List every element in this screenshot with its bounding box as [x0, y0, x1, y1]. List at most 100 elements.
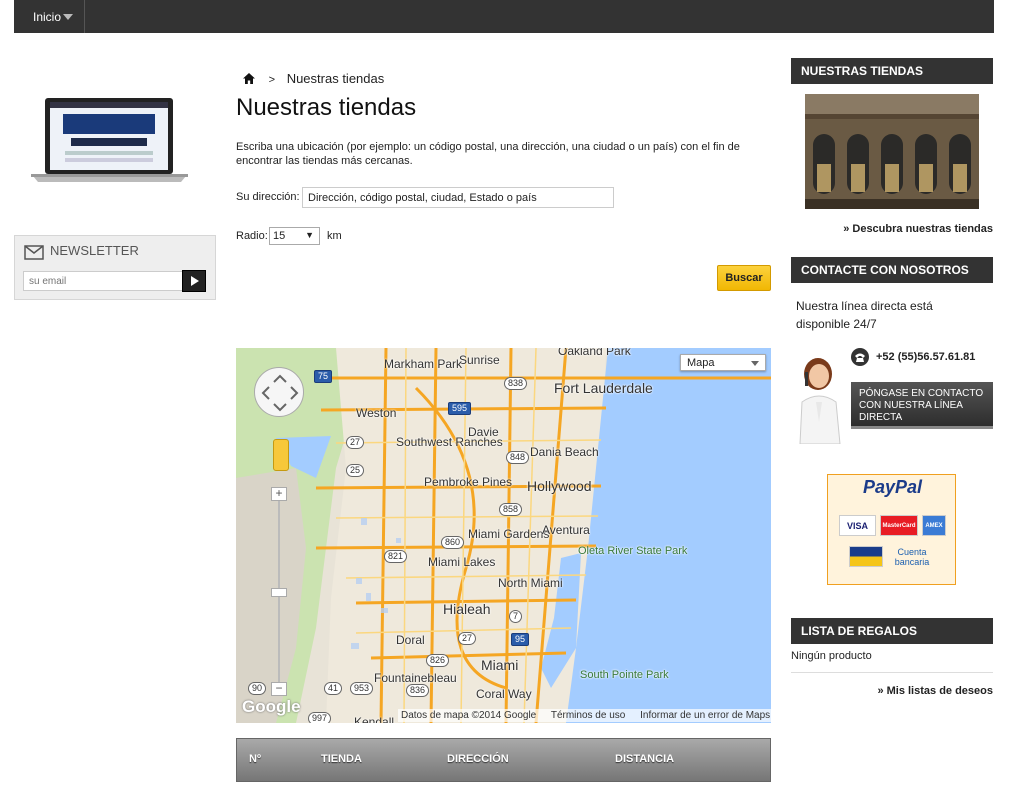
highway-shield: 75: [314, 370, 333, 383]
phone-number: +52 (55)56.57.61.81: [876, 351, 976, 363]
breadcrumb-current: Nuestras tiendas: [286, 71, 385, 86]
map-report-error-link[interactable]: Informar de un error de Maps: [640, 710, 770, 721]
page-title: Nuestras tiendas: [236, 94, 417, 121]
contact-hotline-button[interactable]: PÓNGASE EN CONTACTO CON NUESTRA LÍNEA DI…: [851, 382, 993, 429]
address-label: Su dirección:: [236, 191, 300, 203]
chevron-down-icon: [63, 14, 73, 20]
map-pan-control[interactable]: [254, 367, 304, 417]
newsletter-title: NEWSLETTER: [50, 243, 139, 258]
map-place-label: Hollywood: [527, 478, 592, 494]
highway-shield: 836: [406, 684, 430, 697]
divider: [791, 672, 993, 673]
radius-select[interactable]: 15: [269, 227, 320, 245]
map-place-label: North Miami: [498, 576, 563, 590]
contact-section-title: CONTACTE CON NOSOTROS: [791, 257, 993, 283]
map-place-label: Southwest Ranches: [396, 435, 503, 449]
map-footer: Datos de mapa ©2014 Google Términos de u…: [398, 709, 771, 722]
radius-unit: km: [327, 230, 342, 242]
map-place-label: Oleta River State Park: [578, 545, 688, 557]
stores-table-header: Nº TIENDA DIRECCIÓN DISTANCIA: [236, 738, 771, 782]
map-type-selector[interactable]: Mapa: [680, 354, 766, 371]
highway-shield: 826: [426, 654, 450, 667]
highway-shield: 953: [350, 682, 374, 695]
paypal-payment-logos: PayPal VISA MasterCard AMEX Cuenta banca…: [827, 474, 956, 585]
map-place-label: Aventura: [542, 523, 590, 537]
map-place-label: Miami Gardens: [468, 527, 550, 541]
visa-card-icon: VISA: [839, 515, 876, 536]
map-place-label: South Pointe Park: [580, 669, 669, 681]
column-header-distance: DISTANCIA: [615, 753, 675, 765]
map-place-label: Pembroke Pines: [424, 475, 513, 489]
gift-list-empty-text: Ningún producto: [791, 650, 872, 662]
amex-card-icon: AMEX: [922, 515, 946, 536]
bank-account-label: Cuenta bancaria: [894, 547, 930, 567]
breadcrumb-separator: >: [268, 74, 276, 86]
map-place-label: Coral Way: [476, 687, 532, 701]
highway-shield: 27: [346, 436, 365, 449]
highway-shield: 7: [509, 610, 523, 623]
bank-transfer-icon: [849, 546, 883, 567]
highway-shield: 41: [324, 682, 343, 695]
highway-shield: 25: [346, 464, 365, 477]
paypal-logo: PayPal: [862, 477, 923, 497]
map-place-label: Doral: [396, 633, 425, 647]
breadcrumb: > Nuestras tiendas: [243, 71, 384, 86]
discover-stores-link[interactable]: » Descubra nuestras tiendas: [843, 223, 993, 235]
highway-shield: 848: [506, 451, 530, 464]
highway-shield: 838: [504, 377, 528, 390]
phone-icon: [851, 348, 869, 366]
zoom-out-button[interactable]: −: [271, 682, 287, 696]
google-logo[interactable]: Google: [242, 697, 301, 717]
intro-text: Escriba una ubicación (por ejemplo: un c…: [236, 141, 740, 167]
highway-shield: 27: [458, 632, 477, 645]
map-place-label: Oakland Park: [558, 348, 631, 358]
envelope-icon: [24, 245, 44, 260]
wishlists-link[interactable]: » Mis listas de deseos: [877, 685, 993, 697]
map-data-credit: Datos de mapa ©2014 Google: [401, 710, 537, 721]
store-map[interactable]: Sunrise Oakland Park Markham Park Fort L…: [236, 348, 771, 723]
nav-item-label: Inicio: [33, 10, 62, 24]
highway-shield: 595: [448, 402, 472, 415]
zoom-in-button[interactable]: +: [271, 487, 287, 501]
store-photo[interactable]: [805, 94, 979, 209]
street-view-pegman-icon[interactable]: [273, 439, 289, 471]
column-header-store: TIENDA: [321, 753, 362, 765]
mastercard-icon: MasterCard: [880, 515, 918, 536]
highway-shield: 858: [499, 503, 523, 516]
map-place-label: Weston: [356, 406, 397, 420]
newsletter-submit-button[interactable]: [182, 270, 206, 292]
column-header-address: DIRECCIÓN: [447, 753, 509, 765]
pan-arrows-icon: [261, 374, 299, 412]
map-place-label: Miami Lakes: [428, 555, 496, 569]
map-place-label: Markham Park: [384, 357, 463, 371]
map-place-label: Miami: [481, 657, 519, 673]
highway-shield: 821: [384, 550, 408, 563]
home-icon[interactable]: [243, 73, 255, 84]
laptop-banner-image[interactable]: [31, 96, 188, 182]
map-place-label: Hialeah: [443, 601, 491, 617]
highway-shield: 860: [441, 536, 465, 549]
map-type-label: Mapa: [687, 357, 715, 369]
newsletter-email-input[interactable]: [23, 271, 183, 291]
search-button[interactable]: Buscar: [717, 265, 771, 291]
nav-item-inicio[interactable]: Inicio: [14, 0, 85, 33]
highway-shield: 997: [308, 712, 332, 723]
support-agent-image: [792, 352, 848, 444]
radius-label: Radio:: [236, 230, 268, 242]
newsletter-box: NEWSLETTER: [14, 235, 216, 300]
radius-selected-value: 15: [273, 230, 286, 242]
stores-section-title: NUESTRAS TIENDAS: [791, 58, 993, 84]
map-place-label: Sunrise: [459, 353, 500, 367]
gift-list-section-title: LISTA DE REGALOS: [791, 618, 993, 644]
highway-shield: 95: [511, 633, 530, 646]
contact-hotline-text: Nuestra línea directa está disponible 24…: [796, 299, 933, 331]
map-place-label: Kendall: [354, 715, 395, 723]
map-place-label: Fountainebleau: [374, 671, 457, 685]
map-terms-link[interactable]: Términos de uso: [551, 710, 625, 721]
address-input[interactable]: [302, 187, 614, 208]
zoom-slider-handle[interactable]: [271, 588, 287, 597]
column-header-number: Nº: [249, 753, 261, 765]
map-place-label: Fort Lauderdale: [554, 380, 653, 396]
top-navigation-bar: Inicio: [14, 0, 994, 33]
map-place-label: Dania Beach: [530, 445, 599, 459]
